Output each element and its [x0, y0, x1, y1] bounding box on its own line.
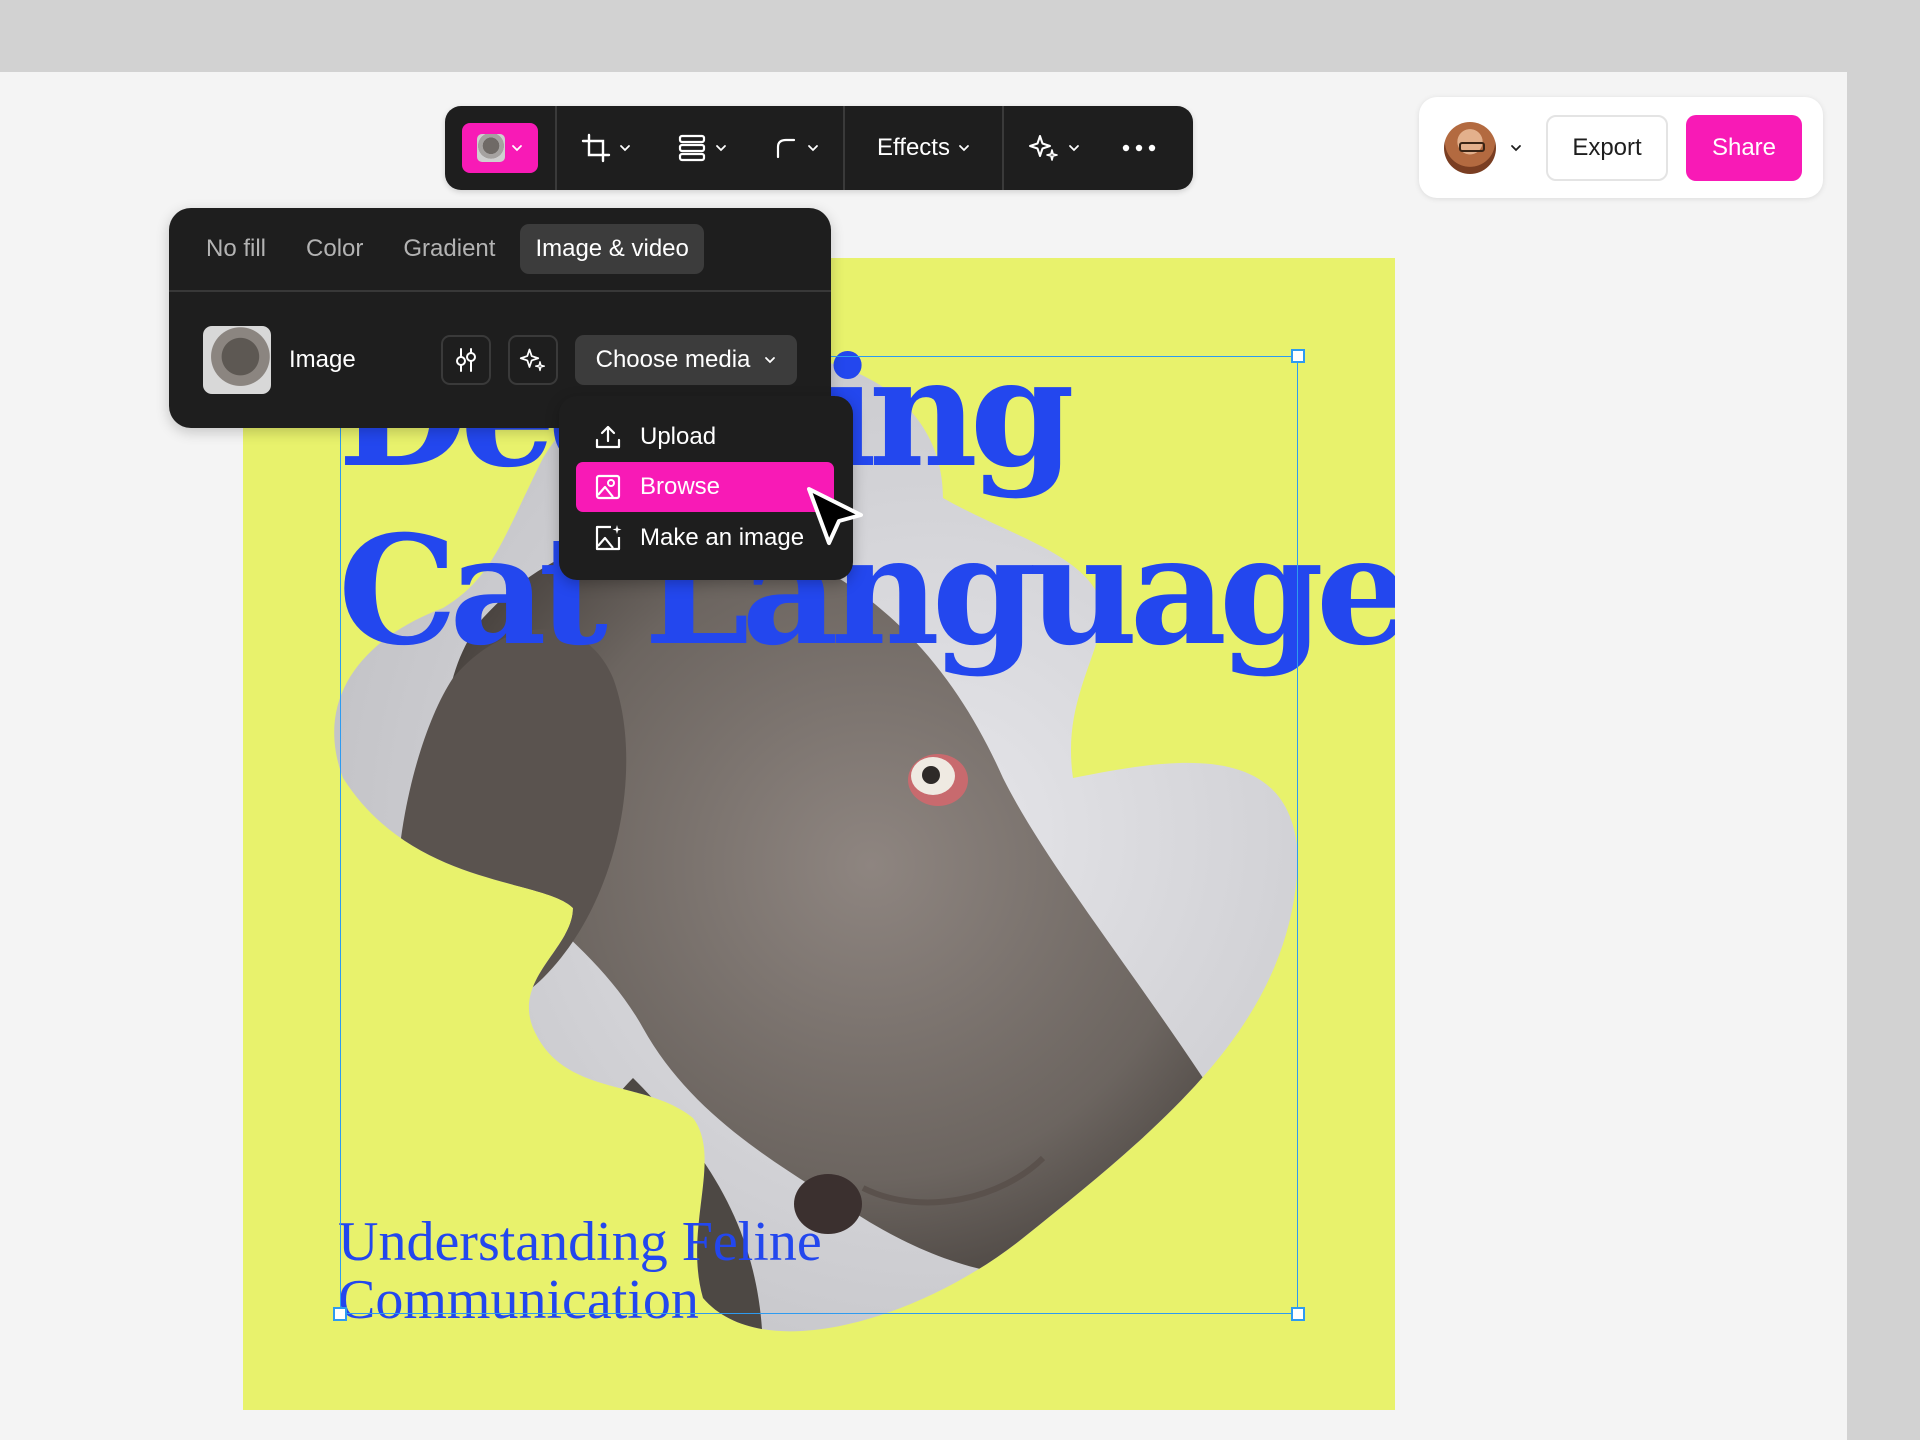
chevron-down-icon	[620, 145, 630, 152]
crop-icon	[581, 133, 611, 163]
more-icon	[1122, 144, 1156, 152]
ai-sparkle-icon	[519, 348, 546, 372]
menu-item-make-image[interactable]: Make an image	[576, 513, 834, 563]
chevron-down-icon	[716, 145, 726, 152]
resize-handle-bottom-right[interactable]	[1291, 1307, 1305, 1321]
export-button[interactable]: Export	[1546, 114, 1668, 181]
tab-gradient[interactable]: Gradient	[388, 224, 510, 274]
avatar[interactable]	[1444, 121, 1496, 174]
image-browse-icon	[595, 474, 621, 500]
resize-handle-bottom-left[interactable]	[333, 1307, 347, 1321]
ai-tools-button[interactable]	[1004, 106, 1104, 190]
corner-radius-button[interactable]	[749, 106, 843, 190]
tab-no-fill[interactable]: No fill	[191, 224, 281, 274]
mouse-pointer-icon	[807, 487, 863, 545]
upload-icon	[595, 425, 621, 449]
tab-color[interactable]: Color	[291, 224, 378, 274]
image-fill-thumb	[477, 134, 505, 162]
align-icon	[678, 134, 706, 162]
image-thumbnail[interactable]	[203, 326, 271, 394]
share-button[interactable]: Share	[1686, 114, 1802, 181]
fill-swatch[interactable]	[462, 123, 538, 173]
menu-item-label: Upload	[640, 423, 717, 450]
effects-button[interactable]: Effects	[845, 106, 1002, 190]
image-generate-icon	[595, 525, 622, 551]
share-panel: Export Share	[1419, 97, 1823, 198]
align-button[interactable]	[655, 106, 749, 190]
chevron-down-icon	[1069, 145, 1079, 152]
corner-radius-icon	[776, 138, 796, 159]
fill-popover: No fill Color Gradient Image & video Ima…	[169, 208, 831, 428]
context-toolbar: Effects	[445, 106, 1193, 190]
ai-sparkle-icon	[1029, 135, 1058, 161]
fill-button[interactable]	[445, 106, 555, 190]
adjust-button[interactable]	[441, 335, 491, 385]
menu-item-browse[interactable]: Browse	[576, 462, 834, 512]
more-button[interactable]	[1104, 106, 1174, 190]
effects-label: Effects	[877, 134, 950, 161]
menu-item-upload[interactable]: Upload	[576, 412, 834, 462]
image-label: Image	[289, 346, 356, 373]
choose-media-label: Choose media	[595, 346, 751, 373]
chevron-down-icon	[765, 357, 776, 364]
fill-tabs: No fill Color Gradient Image & video	[169, 208, 831, 290]
chevron-down-icon	[808, 145, 818, 152]
chevron-down-icon	[959, 145, 969, 152]
choose-media-dropdown[interactable]: Choose media	[575, 335, 797, 385]
tab-image-video[interactable]: Image & video	[520, 224, 704, 274]
menu-item-label: Browse	[640, 473, 721, 500]
menu-item-label: Make an image	[640, 524, 805, 551]
ai-edit-button[interactable]	[508, 335, 558, 385]
crop-button[interactable]	[557, 106, 655, 190]
chevron-down-icon[interactable]	[1510, 142, 1522, 154]
chevron-down-icon	[512, 145, 522, 152]
adjust-sliders-icon	[456, 348, 476, 372]
resize-handle-top-right[interactable]	[1291, 349, 1305, 363]
